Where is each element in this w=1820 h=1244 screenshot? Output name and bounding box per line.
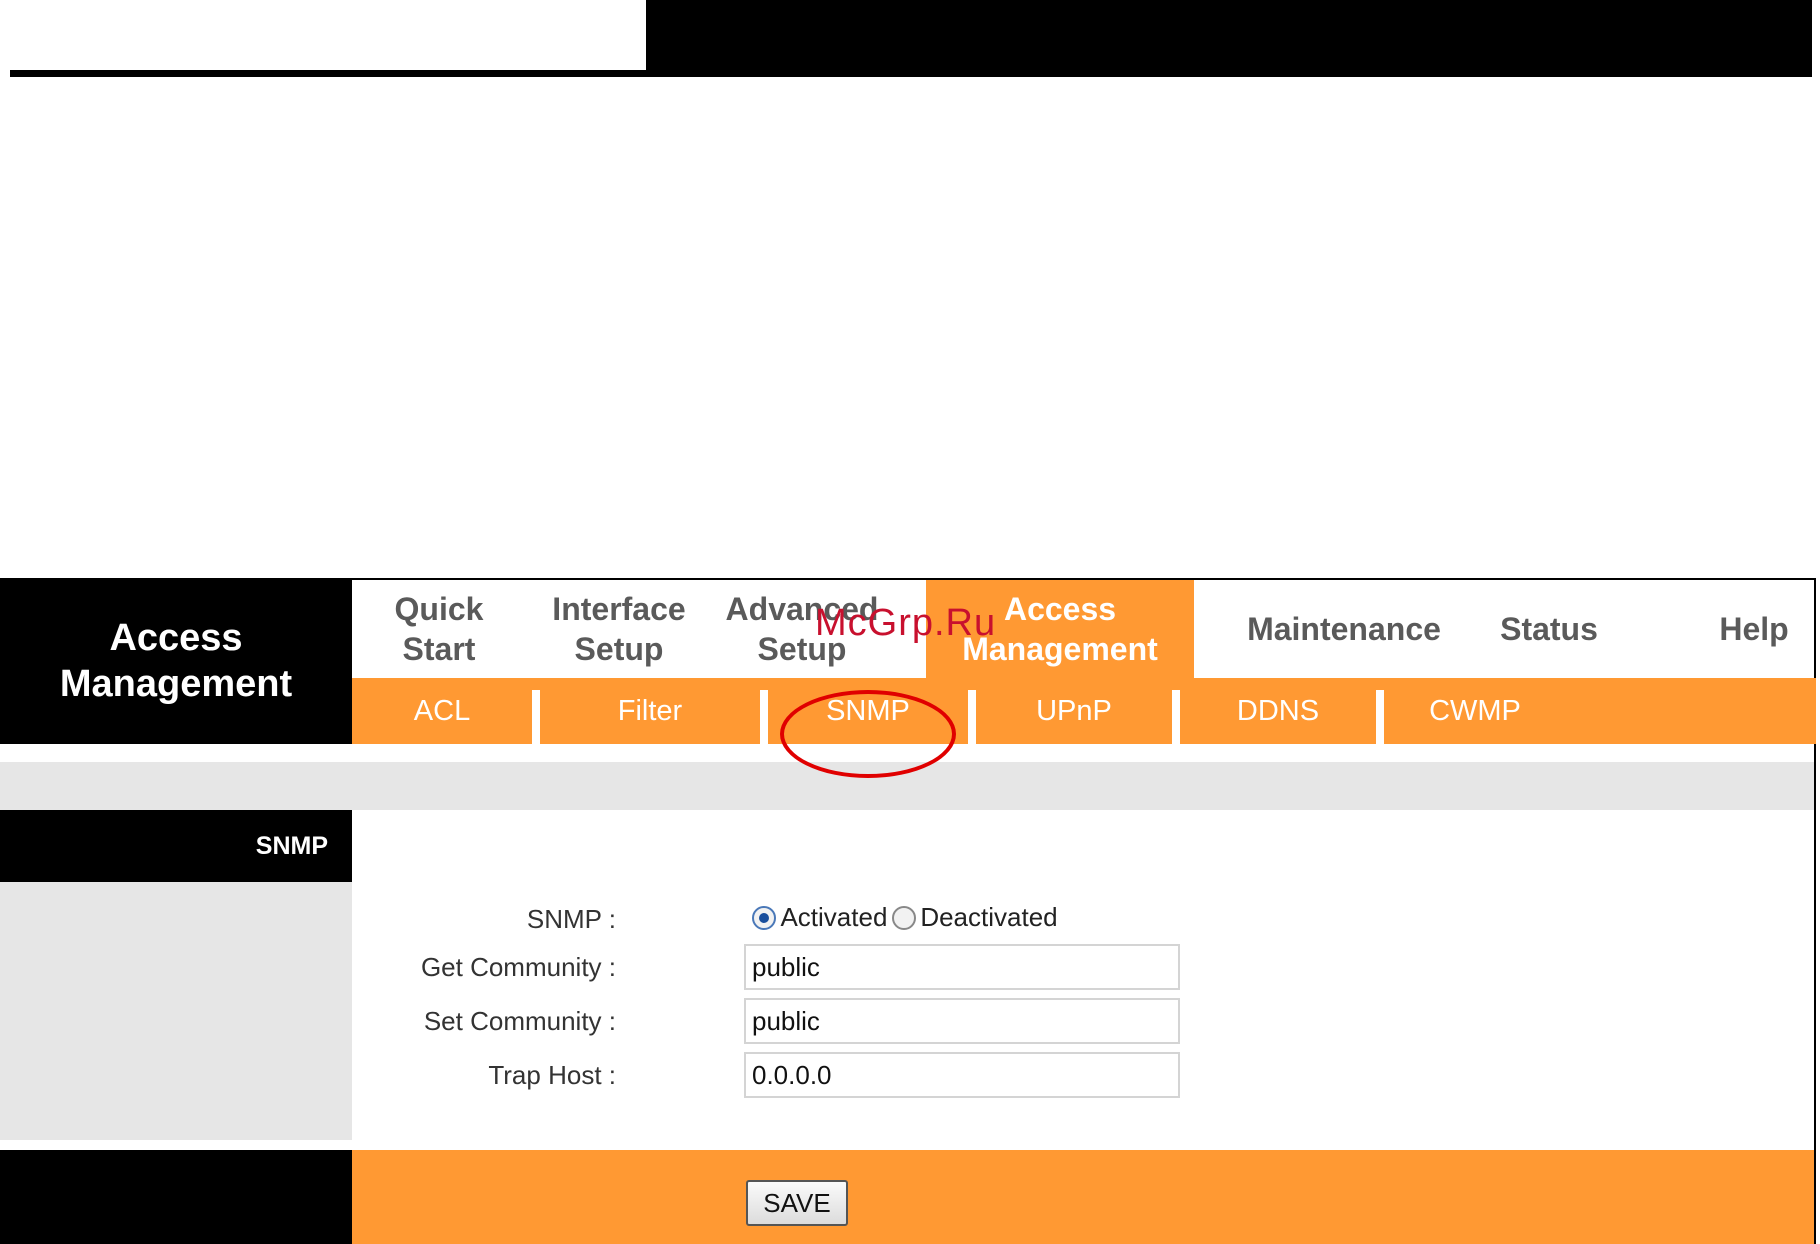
snmp-label: SNMP : <box>526 904 616 934</box>
nav-maintenance[interactable]: Maintenance <box>1214 580 1474 678</box>
watermark: McGrp.Ru <box>815 602 997 644</box>
nav-label: Quick <box>394 591 484 627</box>
footer-bar: SAVE <box>352 1150 1814 1244</box>
set-community-label: Set Community : <box>423 1006 616 1036</box>
get-community-label: Get Community : <box>420 952 616 982</box>
nav-label: Setup <box>574 631 664 667</box>
nav-interface-setup[interactable]: Interface Setup <box>526 580 712 678</box>
nav-status[interactable]: Status <box>1474 580 1624 678</box>
brand-line1: Access <box>109 617 243 659</box>
nav-label: Status <box>1500 611 1598 647</box>
sub-nav: ACL Filter SNMP UPnP DDNS CWMP <box>352 678 1816 744</box>
trap-host-row: Trap Host : 0.0.0.0 <box>352 1052 1552 1102</box>
radio-deactivated[interactable] <box>891 905 916 930</box>
subnav-upnp[interactable]: UPnP <box>976 678 1172 744</box>
nav-label: Help <box>1719 611 1789 647</box>
main-nav: Quick Start Interface Setup Advanced Set… <box>352 578 1816 678</box>
subnav-ddns[interactable]: DDNS <box>1180 678 1376 744</box>
trap-host-label: Trap Host : <box>488 1060 616 1090</box>
nav-quick-start[interactable]: Quick Start <box>352 580 526 678</box>
brand-line2: Management <box>59 663 293 705</box>
footer-left <box>0 1150 352 1244</box>
subnav-divider <box>1376 690 1384 744</box>
deactivated-label: Deactivated <box>920 902 1058 932</box>
subnav-divider <box>532 690 540 744</box>
nav-label: Start <box>402 631 476 667</box>
activated-label: Activated <box>780 902 888 932</box>
set-community-input[interactable]: public <box>744 998 1180 1044</box>
snmp-toggle-row: SNMP : Activated Deactivated <box>352 896 1552 946</box>
save-button[interactable]: SAVE <box>746 1180 848 1226</box>
nav-label: Interface <box>552 591 686 627</box>
nav-label: Access <box>1003 591 1117 627</box>
set-community-row: Set Community : public <box>352 998 1552 1048</box>
subnav-divider <box>1172 690 1180 744</box>
radio-activated[interactable] <box>752 905 776 930</box>
router-admin-panel: Access Management Quick Start Interface … <box>0 578 1816 1244</box>
subnav-acl[interactable]: ACL <box>352 678 532 744</box>
subnav-cwmp[interactable]: CWMP <box>1384 678 1566 744</box>
section-brand: Access Management <box>0 578 352 744</box>
subnav-divider <box>760 690 768 744</box>
get-community-input[interactable]: public <box>744 944 1180 990</box>
subnav-filter[interactable]: Filter <box>540 678 760 744</box>
get-community-row: Get Community : public <box>352 944 1552 994</box>
page-header-rule <box>10 70 1812 77</box>
section-title: SNMP <box>0 810 352 882</box>
subnav-divider <box>968 690 976 744</box>
nav-label: Maintenance <box>1247 611 1441 647</box>
page-header-bar <box>646 0 1812 70</box>
highlight-ring <box>780 690 956 778</box>
nav-help[interactable]: Help <box>1692 580 1816 678</box>
trap-host-input[interactable]: 0.0.0.0 <box>744 1052 1180 1098</box>
